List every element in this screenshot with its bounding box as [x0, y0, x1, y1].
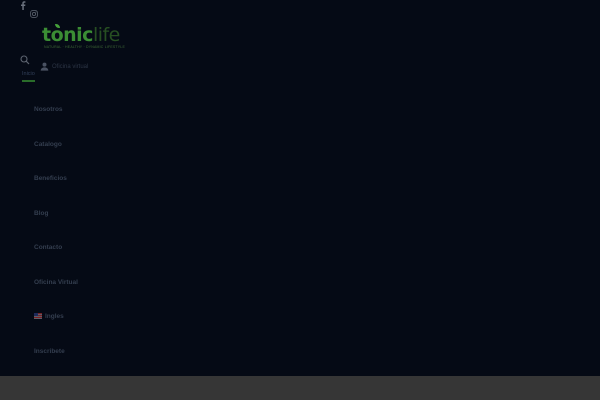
- menu-item-beneficios[interactable]: Beneficios: [34, 173, 67, 183]
- user-icon: [40, 62, 49, 71]
- office-label: Oficina virtual: [52, 63, 89, 70]
- menu-label: Catalogo: [34, 140, 62, 148]
- menu-item-oficina-virtual[interactable]: Oficina Virtual: [34, 277, 78, 287]
- menu-label: Inscribete: [34, 347, 65, 355]
- office-login-link[interactable]: Oficina virtual: [40, 62, 88, 71]
- menu-item-contacto[interactable]: Contacto: [34, 242, 62, 252]
- menu-label: Oficina Virtual: [34, 278, 78, 286]
- logo-part1: tonic: [42, 24, 93, 46]
- instagram-icon[interactable]: [30, 10, 38, 18]
- menu-label: Blog: [34, 209, 49, 217]
- footer-bar: [0, 376, 600, 400]
- logo-wordmark: toniclife: [42, 24, 120, 46]
- us-flag-icon: [34, 313, 42, 319]
- menu-item-blog[interactable]: Blog: [34, 208, 48, 218]
- brand-logo[interactable]: toniclife NATURAL · HEALTHY · DYNAMIC LI…: [42, 24, 125, 54]
- menu-item-ingles[interactable]: Ingles: [34, 311, 64, 321]
- menu-label: Beneficios: [34, 174, 67, 182]
- nav-inicio[interactable]: Inicio: [22, 71, 35, 82]
- facebook-icon[interactable]: [20, 1, 26, 10]
- menu-item-inscribete[interactable]: Inscribete: [34, 346, 65, 356]
- search-icon[interactable]: [20, 52, 30, 70]
- menu-item-nosotros[interactable]: Nosotros: [34, 104, 63, 114]
- menu-label: Nosotros: [34, 105, 63, 113]
- logo-part2: life: [92, 24, 120, 46]
- menu-label: Ingles: [45, 312, 64, 320]
- menu-label: Contacto: [34, 243, 63, 251]
- logo-tagline: NATURAL · HEALTHY · DYNAMIC LIFESTYLE: [44, 45, 125, 49]
- menu-item-catalogo[interactable]: Catalogo: [34, 139, 62, 149]
